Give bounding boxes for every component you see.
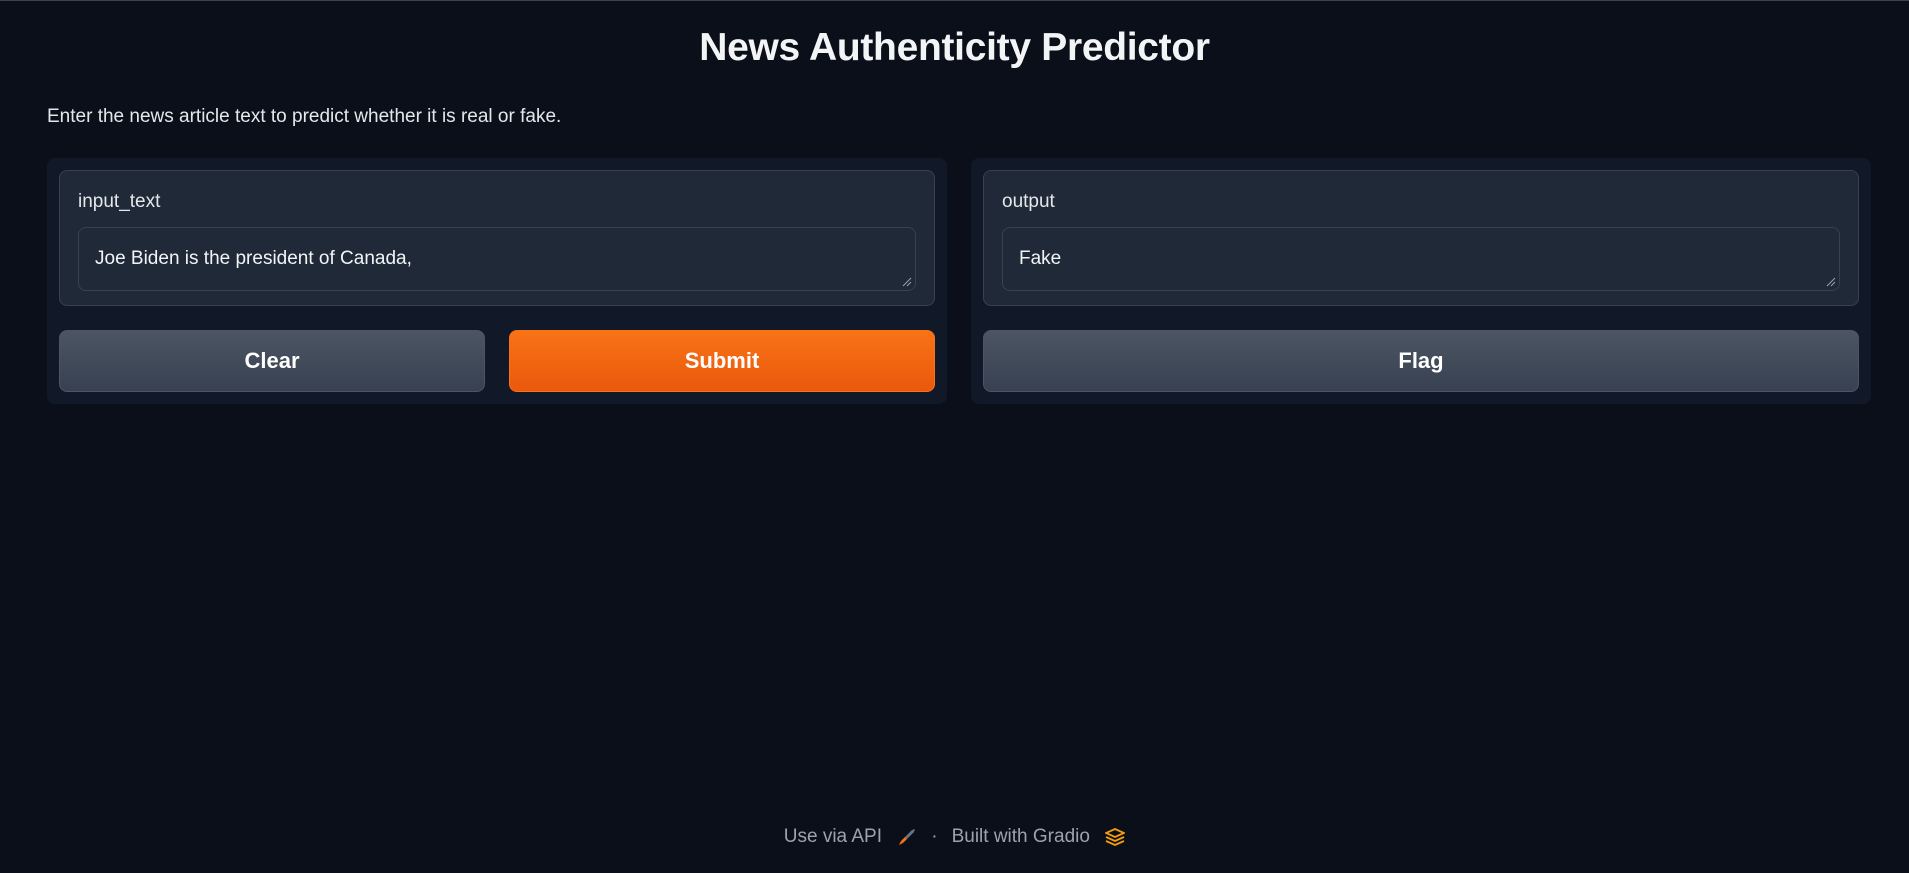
input-panel: input_text Joe Biden is the president of… bbox=[47, 158, 947, 404]
rocket-icon bbox=[899, 828, 916, 845]
built-with-gradio-label: Built with Gradio bbox=[951, 826, 1090, 847]
input-text-block: input_text Joe Biden is the president of… bbox=[59, 170, 935, 306]
footer-separator: · bbox=[931, 826, 938, 847]
resize-handle-icon[interactable] bbox=[1826, 277, 1836, 287]
submit-button[interactable]: Submit bbox=[509, 330, 935, 392]
top-border bbox=[0, 0, 1909, 1]
resize-handle-icon[interactable] bbox=[902, 277, 912, 287]
output-block: output Fake bbox=[983, 170, 1859, 306]
input-text-label: input_text bbox=[78, 191, 161, 212]
clear-button[interactable]: Clear bbox=[59, 330, 485, 392]
footer: Use via API · Built with Gradio bbox=[0, 826, 1909, 848]
output-field[interactable]: Fake bbox=[1002, 227, 1840, 291]
input-text-field[interactable]: Joe Biden is the president of Canada, bbox=[78, 227, 916, 291]
output-value: Fake bbox=[1019, 248, 1062, 269]
use-via-api-label: Use via API bbox=[783, 826, 882, 847]
page-title: News Authenticity Predictor bbox=[699, 26, 1210, 69]
page-description: Enter the news article text to predict w… bbox=[47, 106, 562, 127]
gradio-logo-icon bbox=[1105, 827, 1126, 846]
output-panel: output Fake Flag bbox=[971, 158, 1871, 404]
use-via-api-link[interactable]: Use via API bbox=[784, 826, 918, 848]
flag-button[interactable]: Flag bbox=[983, 330, 1859, 392]
output-label: output bbox=[1002, 191, 1055, 212]
built-with-gradio-link[interactable]: Built with Gradio bbox=[952, 826, 1126, 848]
input-text-value: Joe Biden is the president of Canada, bbox=[95, 248, 412, 269]
